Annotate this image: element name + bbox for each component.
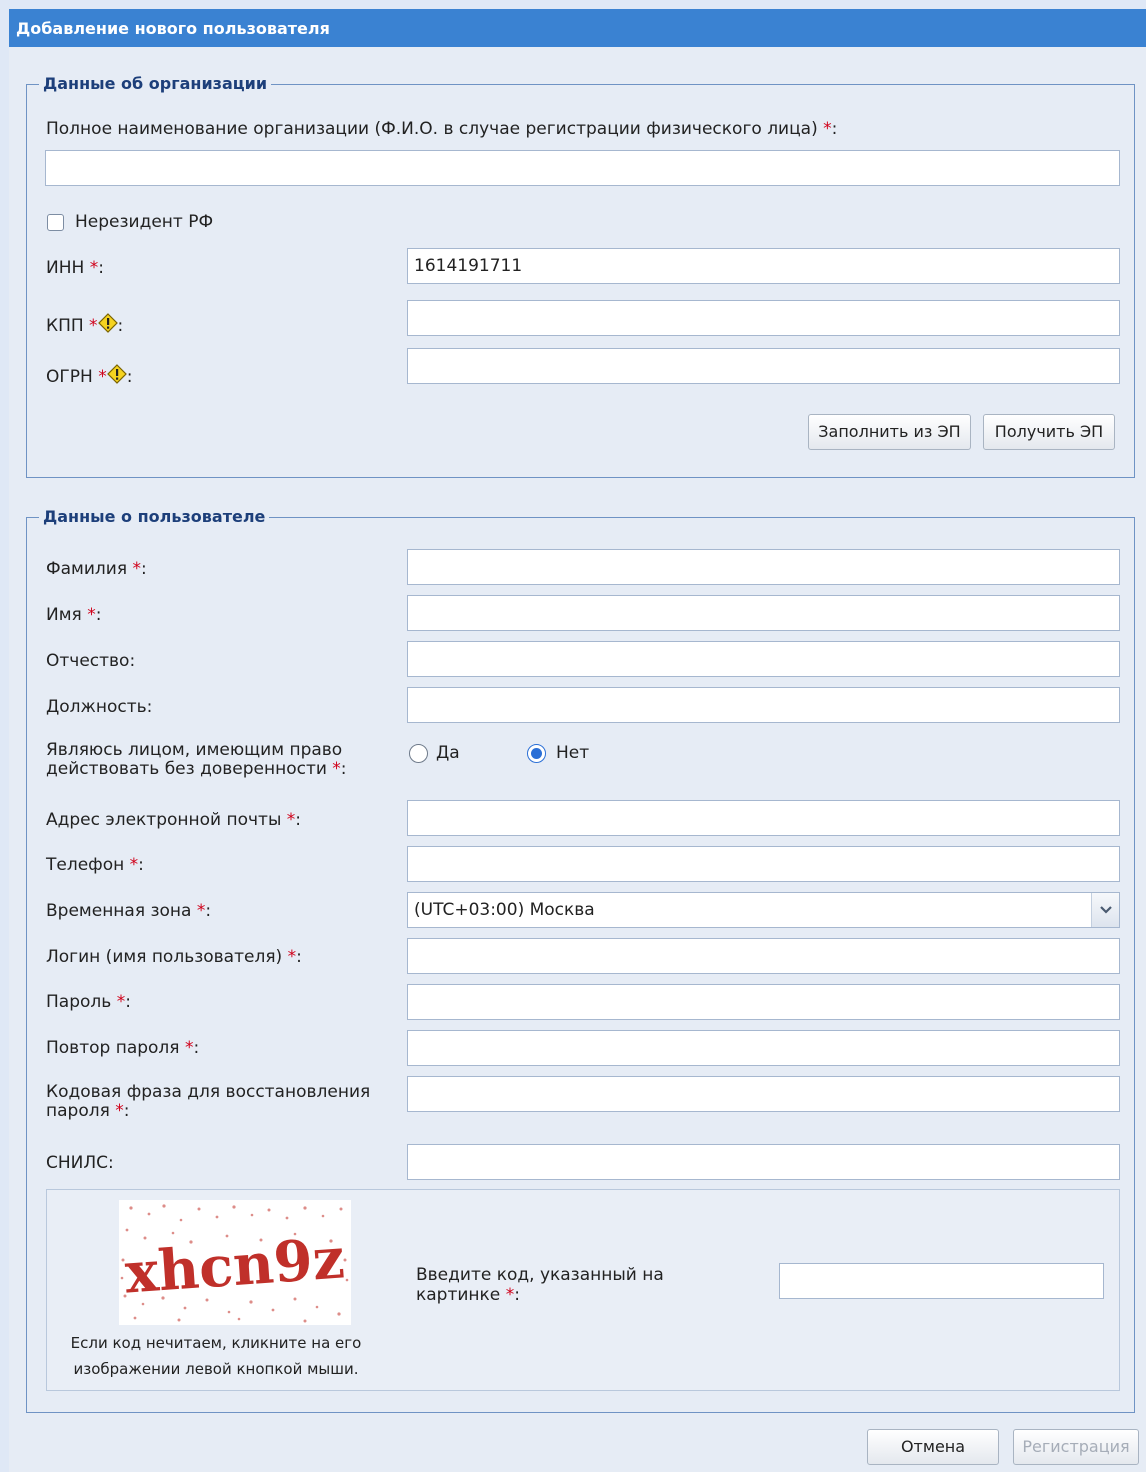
lastname-input[interactable] (407, 549, 1120, 585)
position-input[interactable] (407, 687, 1120, 723)
lastname-label: Фамилия *: (46, 559, 147, 579)
timezone-label: Временная зона *: (46, 901, 212, 921)
snils-label: СНИЛС: (46, 1153, 114, 1173)
organization-legend: Данные об организации (39, 74, 272, 94)
nonresident-checkbox[interactable] (47, 214, 64, 231)
kpp-input[interactable] (407, 300, 1120, 336)
fullname-label: Полное наименование организации (Ф.И.О. … (46, 119, 838, 139)
email-input[interactable] (407, 800, 1120, 836)
user-legend: Данные о пользователе (39, 507, 270, 527)
login-input[interactable] (407, 938, 1120, 974)
position-label: Должность: (46, 697, 153, 717)
warning-icon (97, 313, 118, 333)
authority-no-label: Нет (556, 743, 590, 763)
authority-yes-radio[interactable] (409, 744, 428, 763)
register-button[interactable]: Регистрация (1013, 1429, 1139, 1465)
form-panel: Данные об организации Полное наименовани… (9, 47, 1146, 1472)
password-repeat-input[interactable] (407, 1030, 1120, 1066)
ogrn-input[interactable] (407, 348, 1120, 384)
cancel-button[interactable]: Отмена (867, 1429, 999, 1465)
fullname-input[interactable] (45, 150, 1120, 186)
password-input[interactable] (407, 984, 1120, 1020)
email-label: Адрес электронной почты *: (46, 810, 302, 830)
chevron-down-icon[interactable] (1091, 893, 1119, 927)
captcha-image[interactable]: xhcn9z (119, 1200, 351, 1325)
patronymic-label: Отчество: (46, 651, 136, 671)
snils-input[interactable] (407, 1144, 1120, 1180)
get-ep-button[interactable]: Получить ЭП (983, 414, 1115, 450)
authority-label: Являюсь лицом, имеющим право действовать… (46, 740, 347, 779)
kpp-label: КПП *: (46, 313, 123, 336)
captcha-prompt: Введите код, указанный на картинке *: (416, 1265, 664, 1305)
firstname-input[interactable] (407, 595, 1120, 631)
inn-input[interactable] (407, 248, 1120, 284)
codephrase-input[interactable] (407, 1076, 1120, 1112)
login-label: Логин (имя пользователя) *: (46, 947, 302, 967)
password-label: Пароль *: (46, 992, 131, 1012)
captcha-input[interactable] (779, 1263, 1104, 1299)
authority-no-radio[interactable] (527, 744, 546, 763)
authority-yes-label: Да (436, 743, 460, 763)
password-repeat-label: Повтор пароля *: (46, 1038, 200, 1058)
captcha-hint: Если код нечитаем, кликните на его изобр… (70, 1334, 362, 1378)
ogrn-label: ОГРН *: (46, 364, 132, 387)
firstname-label: Имя *: (46, 605, 102, 625)
fill-from-ep-button[interactable]: Заполнить из ЭП (808, 414, 971, 450)
nonresident-label: Нерезидент РФ (75, 212, 214, 232)
patronymic-input[interactable] (407, 641, 1120, 677)
phone-label: Телефон *: (46, 855, 144, 875)
window-title: Добавление нового пользователя (9, 9, 1146, 47)
phone-input[interactable] (407, 846, 1120, 882)
warning-icon (106, 364, 127, 384)
timezone-select[interactable]: (UTC+03:00) Москва (407, 892, 1120, 928)
inn-label: ИНН *: (46, 258, 104, 278)
codephrase-label: Кодовая фраза для восстановления пароля … (46, 1082, 371, 1121)
